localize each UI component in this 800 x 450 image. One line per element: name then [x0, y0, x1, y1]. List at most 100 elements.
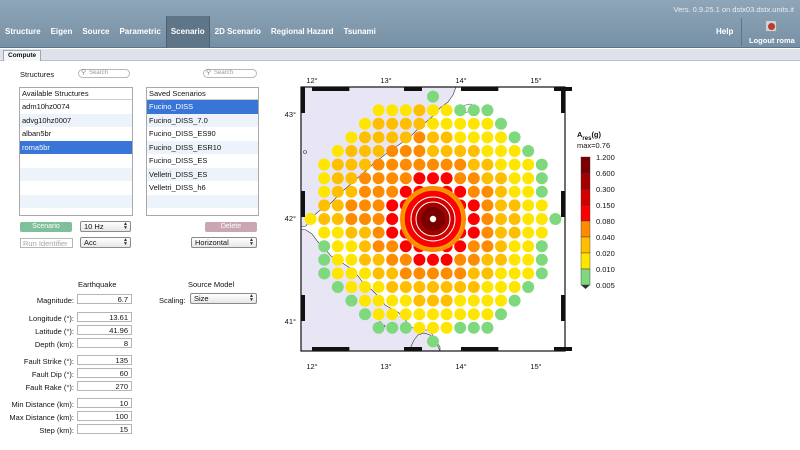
hazard-point	[318, 185, 331, 198]
hazard-point	[399, 145, 412, 157]
hazard-point	[331, 240, 344, 253]
magnitude-field[interactable]: 6.7	[77, 294, 132, 304]
list-item-selected[interactable]: Fucino_DISS	[147, 100, 258, 114]
hazard-point	[318, 226, 331, 239]
fault-strike-field[interactable]: 135	[77, 355, 132, 365]
tab-parametric[interactable]: Parametric	[114, 16, 165, 48]
hazard-point	[522, 267, 535, 280]
hazard-point	[372, 131, 385, 144]
hazard-point	[454, 253, 467, 266]
hazard-point	[331, 213, 344, 225]
hazard-point	[359, 213, 371, 225]
step-field[interactable]: 15	[77, 424, 132, 434]
longitude-field[interactable]: 13.61	[77, 312, 132, 322]
lon-tick-label: 14°	[455, 76, 466, 85]
max-distance-field[interactable]: 100	[77, 411, 132, 421]
min-distance-field[interactable]: 10	[77, 398, 132, 408]
frame-tick-bar	[301, 87, 305, 113]
hazard-point	[535, 226, 548, 239]
scenarios-search-input[interactable]: Search	[203, 69, 257, 78]
hazard-point	[386, 185, 399, 198]
hazard-point	[345, 185, 358, 198]
list-item[interactable]: adm10hz0074	[20, 100, 132, 114]
colorbar-band	[580, 252, 591, 270]
tab-regional-hazard[interactable]: Regional Hazard	[266, 16, 339, 48]
depth-label: Depth (km):	[34, 340, 74, 349]
hazard-point	[386, 226, 399, 239]
logout-button[interactable]: Logout roma	[749, 36, 795, 45]
list-item[interactable]: Fucino_DISS_ESR10	[147, 140, 258, 154]
hazard-point	[359, 308, 371, 321]
hazard-point	[318, 240, 331, 253]
hazard-point	[508, 213, 521, 225]
hazard-point	[467, 172, 480, 185]
list-item[interactable]: Fucino_DISS_7.0	[147, 113, 258, 127]
hazard-point	[481, 199, 494, 212]
tab-tsunami[interactable]: Tsunami	[339, 16, 381, 48]
frame-tick-bar	[301, 295, 305, 321]
frame-tick-bar	[479, 87, 497, 91]
hazard-point	[535, 199, 548, 212]
latitude-field[interactable]: 41.96	[77, 325, 132, 335]
earthquake-title: Earthquake	[78, 280, 117, 289]
tab-compute[interactable]: Compute	[3, 50, 42, 61]
hazard-point	[495, 213, 507, 225]
run-identifier-input[interactable]: Run Identifier	[20, 238, 73, 248]
list-item[interactable]: Fucino_DISS_ES90	[147, 127, 258, 141]
fault-dip-field[interactable]: 60	[77, 368, 132, 378]
list-item[interactable]: Velletri_DISS_h6	[147, 181, 258, 195]
updown-arrow-icon: ▲ ▼	[123, 221, 128, 231]
colorbar-band	[580, 204, 591, 222]
scenario-map[interactable]: 12° 13° 14° 15° 12° 13° 14° 15° 43° 42° …	[277, 60, 637, 378]
tab-source[interactable]: Source	[77, 16, 114, 48]
hazard-point	[522, 253, 535, 266]
component-type-select[interactable]: Acc ▲ ▼	[80, 237, 131, 248]
structures-search-input[interactable]: Search	[78, 69, 130, 78]
hazard-point	[427, 104, 439, 117]
hazard-point	[318, 267, 331, 280]
hazard-point	[481, 308, 494, 321]
list-item[interactable]: Fucino_DISS_ES	[147, 154, 258, 168]
hazard-point	[372, 213, 385, 225]
hazard-point	[522, 145, 535, 157]
tab-structure[interactable]: Structure	[0, 16, 46, 48]
hazard-point	[413, 172, 426, 185]
scaling-label: Scaling:	[159, 296, 186, 305]
hazard-point	[495, 267, 507, 280]
tab-scenario[interactable]: Scenario	[165, 16, 210, 48]
hazard-point	[345, 267, 358, 280]
list-item-selected[interactable]: roma5br	[20, 140, 132, 154]
hazard-point	[549, 213, 562, 225]
list-item[interactable]: alban5br	[20, 127, 132, 141]
hazard-point	[522, 185, 535, 198]
frequency-select[interactable]: 10 Hz ▲ ▼	[80, 221, 131, 232]
orientation-select[interactable]: Horizontal ▲ ▼	[191, 237, 257, 248]
colorbar-arrow-icon	[581, 285, 590, 289]
lon-tick-label: 15°	[530, 76, 541, 85]
hazard-point	[508, 281, 521, 293]
hazard-point	[386, 131, 399, 144]
hazard-point	[413, 158, 426, 171]
frame-tick-bar	[330, 347, 348, 351]
list-item[interactable]: advg10hz0007	[20, 113, 132, 127]
depth-field[interactable]: 8	[77, 338, 132, 348]
hazard-point	[413, 267, 426, 280]
min-distance-label: Min Distance (km):	[11, 400, 74, 409]
hazard-point	[427, 335, 439, 348]
delete-button[interactable]: Delete	[205, 222, 257, 232]
hazard-point	[440, 158, 453, 171]
hazard-point	[467, 308, 480, 321]
scaling-select[interactable]: Size ▲ ▼	[190, 293, 257, 304]
list-item[interactable]: Velletri_DISS_ES	[147, 167, 258, 181]
hazard-point	[386, 294, 399, 307]
hazard-point	[318, 253, 331, 266]
help-link[interactable]: Help	[716, 16, 733, 48]
tab-2d-scenario[interactable]: 2D Scenario	[210, 16, 266, 48]
fault-rake-field[interactable]: 270	[77, 381, 132, 391]
lat-tick-label: 42°	[285, 214, 296, 223]
tab-eigen[interactable]: Eigen	[46, 16, 78, 48]
scenario-button[interactable]: Scenario	[20, 222, 72, 232]
step-label: Step (km):	[39, 426, 74, 435]
hazard-point	[454, 294, 467, 307]
hazard-point	[372, 104, 385, 117]
